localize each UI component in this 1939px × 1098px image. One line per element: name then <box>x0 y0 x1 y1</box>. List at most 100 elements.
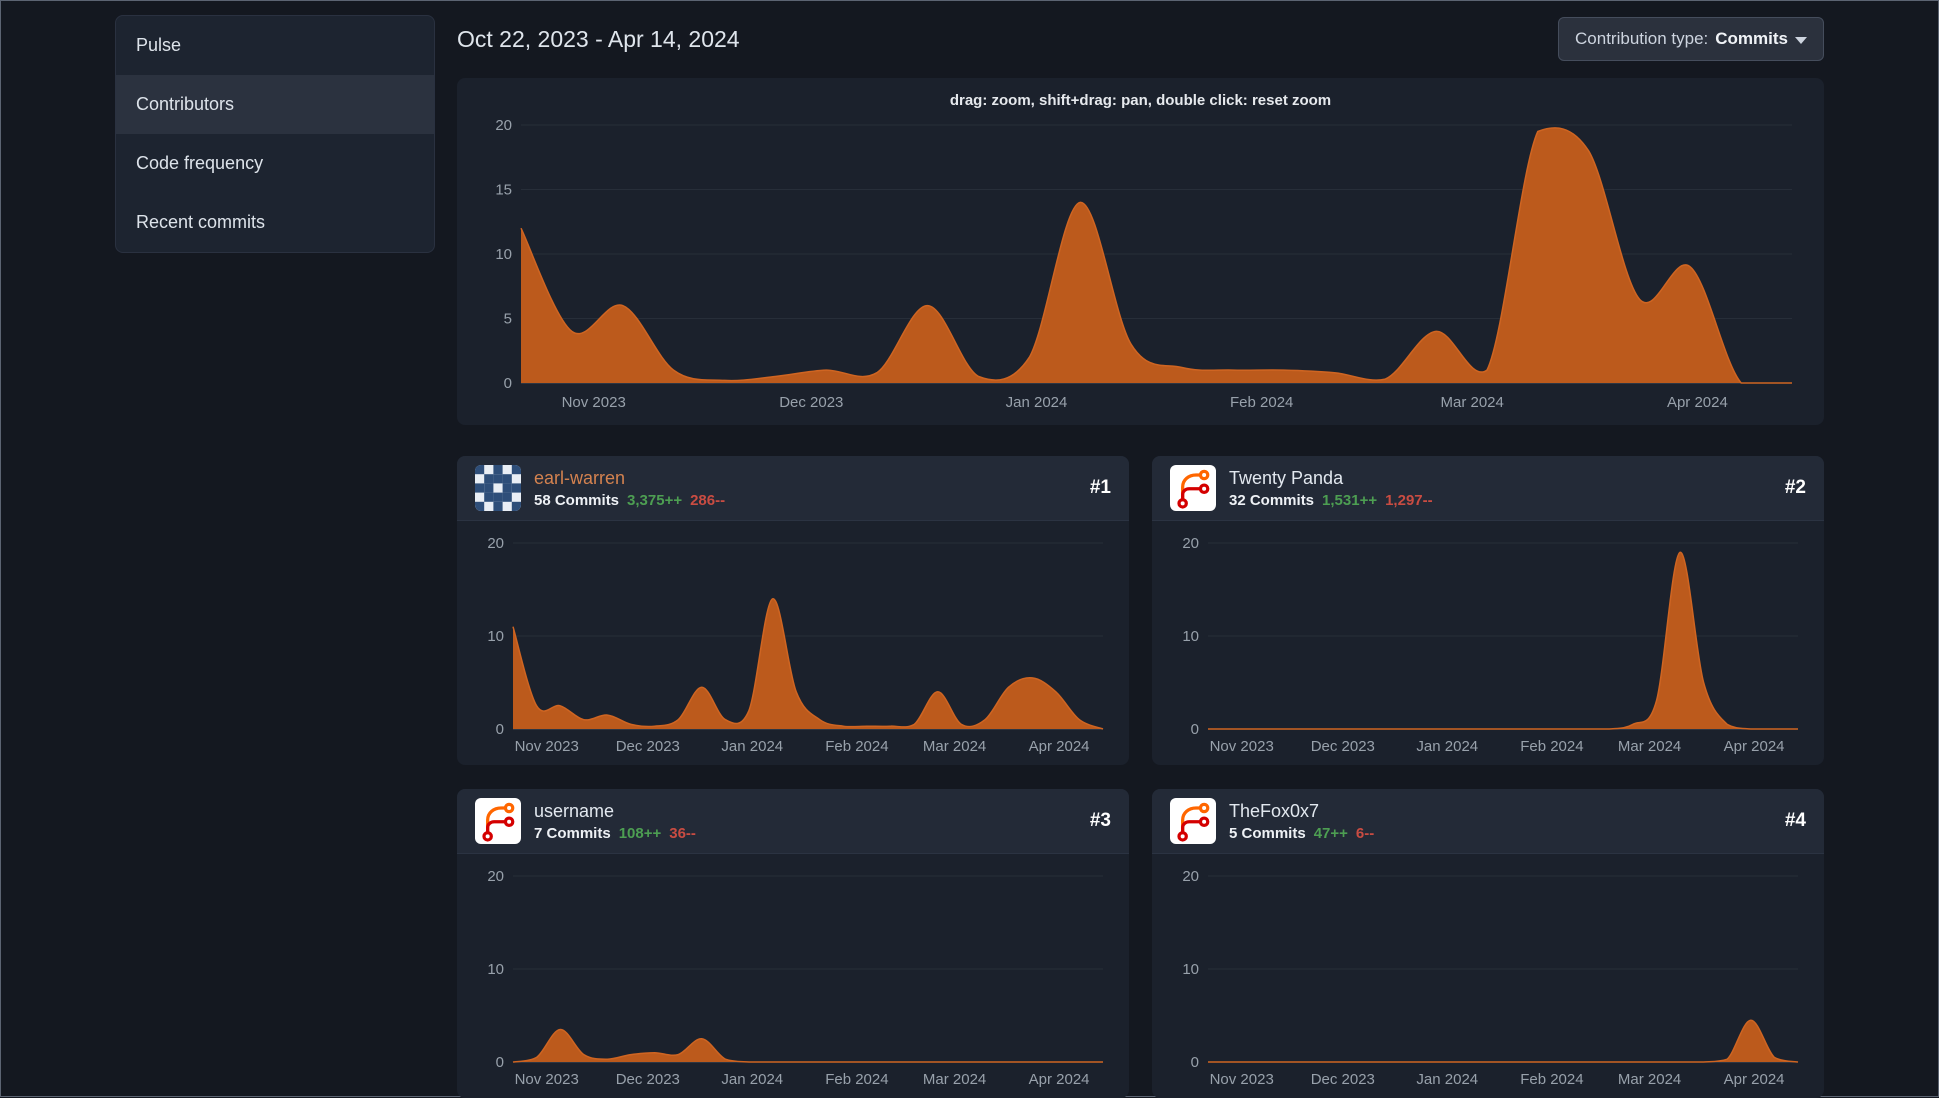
svg-text:Apr 2024: Apr 2024 <box>1029 1071 1090 1088</box>
deletions-count: 1,297-- <box>1385 491 1433 509</box>
commit-count: 32 Commits <box>1229 491 1315 509</box>
svg-text:Jan 2024: Jan 2024 <box>721 738 783 755</box>
sidebar-item-pulse[interactable]: Pulse <box>116 16 434 75</box>
svg-text:Dec 2023: Dec 2023 <box>779 394 843 411</box>
additions-count: 108++ <box>618 824 662 842</box>
contributor-name-link[interactable]: TheFox0x7 <box>1229 801 1374 822</box>
svg-text:0: 0 <box>1191 1054 1199 1071</box>
contributor-card-header: Twenty Panda 32 Commits 1,531++ 1,297-- … <box>1152 456 1824 521</box>
svg-text:Nov 2023: Nov 2023 <box>562 394 626 411</box>
svg-text:0: 0 <box>504 375 512 392</box>
contributor-name-link[interactable]: username <box>534 801 696 822</box>
additions-count: 47++ <box>1313 824 1348 842</box>
svg-text:Apr 2024: Apr 2024 <box>1724 1071 1785 1088</box>
contributor-card-1: earl-warren 58 Commits 3,375++ 286-- #1 … <box>457 456 1129 765</box>
contribution-type-label: Contribution type: <box>1575 29 1709 48</box>
forgejo-logo-avatar[interactable] <box>1170 465 1216 511</box>
svg-text:Dec 2023: Dec 2023 <box>1311 738 1375 755</box>
contributor-stats: 58 Commits 3,375++ 286-- <box>534 492 725 509</box>
svg-text:Dec 2023: Dec 2023 <box>616 738 680 755</box>
contributor-rank: #2 <box>1784 477 1806 498</box>
svg-text:Mar 2024: Mar 2024 <box>923 1071 986 1088</box>
commit-count: 58 Commits <box>534 491 620 509</box>
contributor-stats: 32 Commits 1,531++ 1,297-- <box>1229 492 1433 509</box>
deletions-count: 6-- <box>1355 824 1375 842</box>
contributor-rank: #4 <box>1784 810 1806 831</box>
chevron-down-icon <box>1795 37 1807 44</box>
svg-text:10: 10 <box>487 628 504 645</box>
svg-text:10: 10 <box>495 246 512 263</box>
svg-text:Jan 2024: Jan 2024 <box>1416 1071 1478 1088</box>
svg-text:Mar 2024: Mar 2024 <box>923 738 986 755</box>
svg-text:20: 20 <box>1182 868 1199 885</box>
contributor-card-header: earl-warren 58 Commits 3,375++ 286-- #1 <box>457 456 1129 521</box>
contributor-name-link[interactable]: earl-warren <box>534 468 725 489</box>
svg-text:20: 20 <box>1182 535 1199 552</box>
contributor-card-2: Twenty Panda 32 Commits 1,531++ 1,297-- … <box>1152 456 1824 765</box>
svg-text:Jan 2024: Jan 2024 <box>1416 738 1478 755</box>
contributor-card-4: TheFox0x7 5 Commits 47++ 6-- #4 0 10 20 Nov… <box>1152 789 1824 1098</box>
deletions-count: 36-- <box>669 824 696 842</box>
sidebar-item-contributors[interactable]: Contributors <box>116 75 434 134</box>
forgejo-logo-avatar[interactable] <box>1170 798 1216 844</box>
main-content: Oct 22, 2023 - Apr 14, 2024 Contribution… <box>457 15 1824 1098</box>
deletions-count: 286-- <box>690 491 726 509</box>
svg-text:5: 5 <box>504 311 512 328</box>
contributor-area-chart[interactable]: 0 10 20 Nov 2023 Dec 2023 Jan 2024 Feb 2024 Mar… <box>1166 862 1810 1092</box>
contributor-chart-wrap: 0 10 20 Nov 2023 Dec 2023 Jan 2024 Feb 2024 Mar… <box>457 521 1129 765</box>
svg-text:Feb 2024: Feb 2024 <box>1520 738 1583 755</box>
svg-text:Mar 2024: Mar 2024 <box>1618 738 1681 755</box>
svg-text:Jan 2024: Jan 2024 <box>721 1071 783 1088</box>
svg-text:15: 15 <box>495 182 512 199</box>
contributor-area-chart[interactable]: 0 10 20 Nov 2023 Dec 2023 Jan 2024 Feb 2024 Mar… <box>471 529 1115 759</box>
contributor-name-link[interactable]: Twenty Panda <box>1229 468 1433 489</box>
svg-text:20: 20 <box>495 117 512 134</box>
commit-count: 7 Commits <box>534 824 611 842</box>
forgejo-logo-avatar[interactable] <box>475 798 521 844</box>
contributions-area-chart[interactable]: 0 5 10 15 20 Nov 2023 Dec 2023 Jan 2024 Feb 2024… <box>475 115 1806 415</box>
contributor-area-chart[interactable]: 0 10 20 Nov 2023 Dec 2023 Jan 2024 Feb 2024 Mar… <box>471 862 1115 1092</box>
svg-text:Nov 2023: Nov 2023 <box>1210 1071 1274 1088</box>
chart-zoom-hint: drag: zoom, shift+drag: pan, double clic… <box>949 92 1332 109</box>
contributor-info: TheFox0x7 5 Commits 47++ 6-- <box>1229 801 1374 842</box>
commit-count: 5 Commits <box>1229 824 1306 842</box>
svg-text:Nov 2023: Nov 2023 <box>515 1071 579 1088</box>
contributor-stats: 7 Commits 108++ 36-- <box>534 825 696 842</box>
date-range-title: Oct 22, 2023 - Apr 14, 2024 <box>457 25 740 52</box>
additions-count: 3,375++ <box>627 491 683 509</box>
overall-contributions-panel: drag: zoom, shift+drag: pan, double clic… <box>457 78 1824 425</box>
svg-text:Feb 2024: Feb 2024 <box>825 1071 888 1088</box>
svg-text:20: 20 <box>487 535 504 552</box>
contributor-area-chart[interactable]: 0 10 20 Nov 2023 Dec 2023 Jan 2024 Feb 2024 Mar… <box>1166 529 1810 759</box>
svg-text:Feb 2024: Feb 2024 <box>1230 394 1293 411</box>
additions-count: 1,531++ <box>1322 491 1378 509</box>
svg-text:Nov 2023: Nov 2023 <box>1210 738 1274 755</box>
contributor-cards-grid: earl-warren 58 Commits 3,375++ 286-- #1 … <box>457 456 1824 1098</box>
svg-text:Apr 2024: Apr 2024 <box>1029 738 1090 755</box>
activity-menu: Pulse Contributors Code frequency Recent… <box>115 15 435 253</box>
content-header: Oct 22, 2023 - Apr 14, 2024 Contribution… <box>457 15 1824 63</box>
contributor-chart-wrap: 0 10 20 Nov 2023 Dec 2023 Jan 2024 Feb 2024 Mar… <box>1152 521 1824 765</box>
contributor-info: username 7 Commits 108++ 36-- <box>534 801 696 842</box>
svg-text:0: 0 <box>1191 721 1199 738</box>
contributor-card-header: username 7 Commits 108++ 36-- #3 <box>457 789 1129 854</box>
svg-text:Jan 2024: Jan 2024 <box>1006 394 1068 411</box>
svg-text:Feb 2024: Feb 2024 <box>1520 1071 1583 1088</box>
svg-text:20: 20 <box>487 868 504 885</box>
contributor-chart-wrap: 0 10 20 Nov 2023 Dec 2023 Jan 2024 Feb 2024 Mar… <box>1152 854 1824 1098</box>
app-root: Pulse Contributors Code frequency Recent… <box>0 0 1939 1098</box>
svg-text:Nov 2023: Nov 2023 <box>515 738 579 755</box>
svg-text:0: 0 <box>496 721 504 738</box>
svg-text:10: 10 <box>1182 628 1199 645</box>
contributor-stats: 5 Commits 47++ 6-- <box>1229 825 1374 842</box>
identicon-avatar[interactable] <box>475 465 521 511</box>
svg-text:Dec 2023: Dec 2023 <box>1311 1071 1375 1088</box>
sidebar-item-recent-commits[interactable]: Recent commits <box>116 193 434 252</box>
contributor-rank: #1 <box>1089 477 1111 498</box>
svg-text:Mar 2024: Mar 2024 <box>1441 394 1504 411</box>
svg-text:Feb 2024: Feb 2024 <box>825 738 888 755</box>
contribution-type-dropdown[interactable]: Contribution type: Commits <box>1558 17 1824 61</box>
svg-text:Apr 2024: Apr 2024 <box>1667 394 1728 411</box>
contributor-info: earl-warren 58 Commits 3,375++ 286-- <box>534 468 725 509</box>
sidebar-item-code-frequency[interactable]: Code frequency <box>116 134 434 193</box>
